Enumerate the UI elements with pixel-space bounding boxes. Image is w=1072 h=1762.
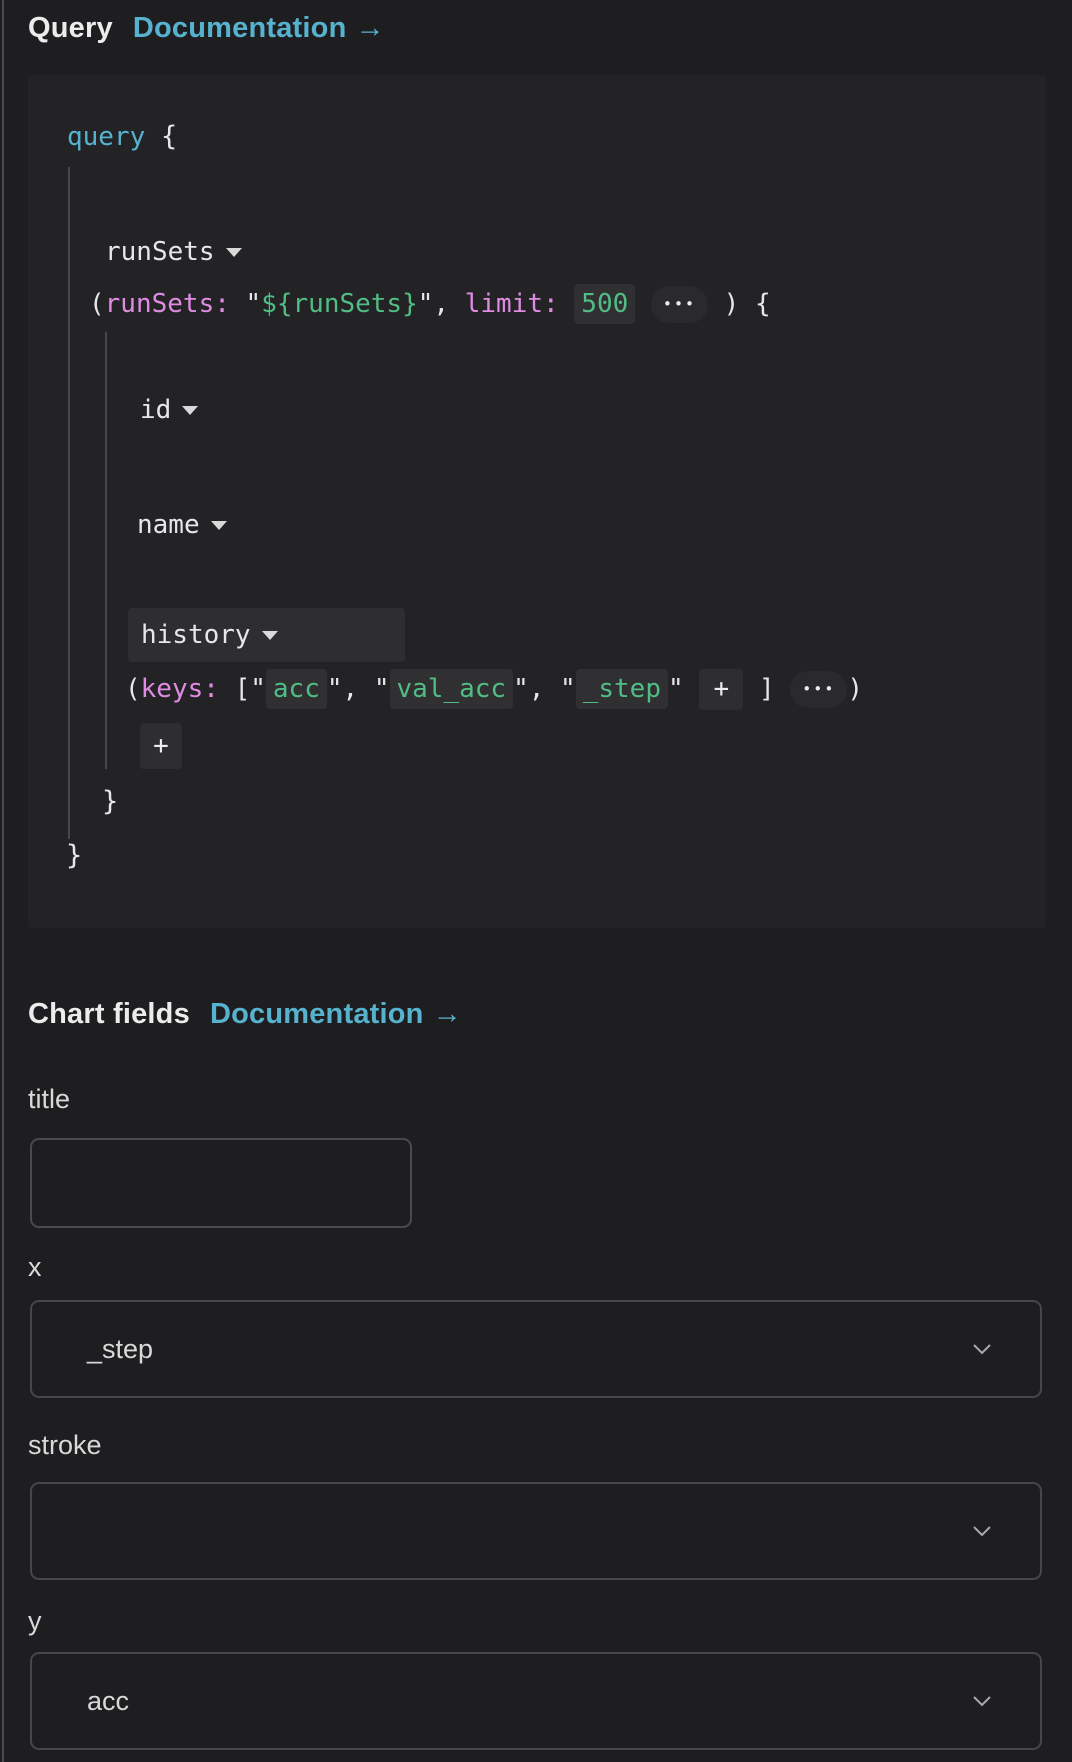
caret-down-icon — [211, 521, 227, 530]
code-line-runsets-args: (runSets: "${runSets}", limit: 500 ••• )… — [89, 287, 771, 321]
code-line-history-args: (keys: ["acc", "val_acc", "_step" + ] ••… — [125, 672, 863, 706]
code-line-close-inner: } — [102, 785, 118, 819]
more-options-button[interactable]: ••• — [790, 671, 847, 708]
chart-fields-documentation-link[interactable]: Documentation → — [210, 998, 462, 1031]
chart-fields-section-header: Chart fields Documentation → — [28, 998, 462, 1031]
field-history[interactable]: history — [128, 608, 405, 662]
y-select[interactable]: acc — [30, 1652, 1042, 1750]
more-options-button[interactable]: ••• — [651, 286, 708, 323]
arrow-right-icon: → — [433, 998, 462, 1031]
chart-fields-heading: Chart fields — [28, 998, 190, 1031]
caret-down-icon — [226, 248, 242, 257]
x-field-label: x — [28, 1252, 42, 1283]
title-field-label: title — [28, 1084, 70, 1115]
limit-value-token[interactable]: 500 — [574, 284, 635, 324]
y-field-label: y — [28, 1606, 42, 1637]
panel-left-border — [2, 0, 4, 1762]
indent-guide-level2 — [105, 332, 107, 769]
graphql-query-editor[interactable]: query { runSets (runSets: "${runSets}", … — [28, 75, 1046, 928]
x-select-value: _step — [87, 1334, 153, 1365]
arrow-right-icon: → — [356, 12, 385, 45]
title-input[interactable] — [30, 1138, 412, 1228]
add-key-button[interactable]: + — [699, 669, 743, 710]
code-line-close-outer: } — [66, 839, 82, 873]
chevron-down-icon — [972, 1343, 992, 1355]
chevron-down-icon — [972, 1695, 992, 1707]
stroke-field-label: stroke — [28, 1430, 102, 1461]
field-name[interactable]: name — [137, 508, 227, 542]
add-field-button[interactable]: + — [140, 723, 182, 769]
query-heading: Query — [28, 12, 113, 45]
chevron-down-icon — [972, 1525, 992, 1537]
x-select[interactable]: _step — [30, 1300, 1042, 1398]
code-line-query: query { — [67, 120, 177, 154]
indent-guide-level1 — [68, 167, 70, 839]
caret-down-icon — [262, 631, 278, 640]
key-token-val-acc[interactable]: val_acc — [390, 669, 514, 709]
field-id[interactable]: id — [140, 393, 198, 427]
field-runsets[interactable]: runSets — [105, 235, 242, 269]
y-select-value: acc — [87, 1686, 129, 1717]
query-section-header: Query Documentation → — [28, 12, 385, 45]
key-token-step[interactable]: _step — [576, 669, 668, 709]
query-documentation-link[interactable]: Documentation → — [133, 12, 385, 45]
key-token-acc[interactable]: acc — [266, 669, 327, 709]
stroke-select[interactable] — [30, 1482, 1042, 1580]
caret-down-icon — [182, 406, 198, 415]
